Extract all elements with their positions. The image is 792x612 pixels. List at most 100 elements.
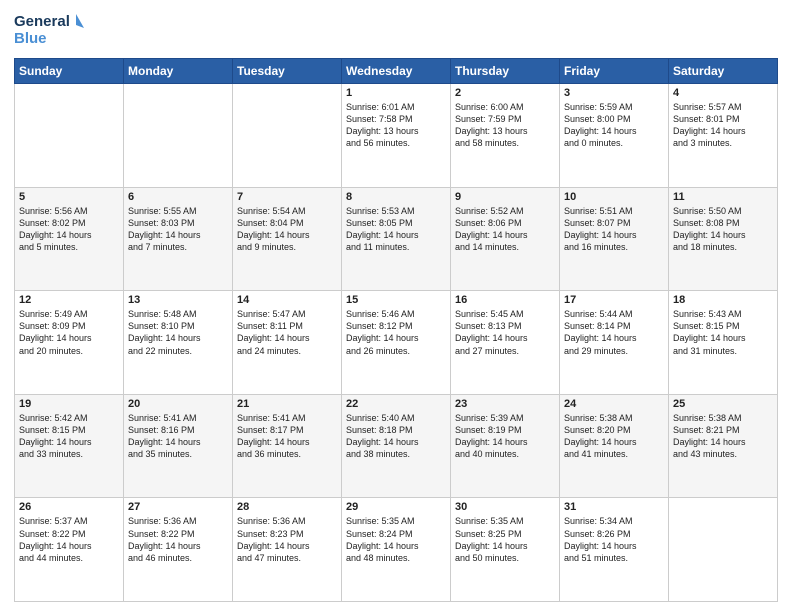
calendar-cell-3-4: 23Sunrise: 5:39 AMSunset: 8:19 PMDayligh…	[451, 394, 560, 498]
calendar-cell-4-6	[669, 498, 778, 602]
page: General Blue SundayMondayTuesdayWednesda…	[0, 0, 792, 612]
calendar-cell-2-2: 14Sunrise: 5:47 AMSunset: 8:11 PMDayligh…	[233, 291, 342, 395]
calendar-cell-0-5: 3 Sunrise: 5:59 AMSunset: 8:00 PMDaylight…	[560, 84, 669, 188]
daylight-hours: Daylight: 14 hours	[128, 541, 201, 551]
calendar-cell-1-0: 5 Sunrise: 5:56 AMSunset: 8:02 PMDaylight…	[15, 187, 124, 291]
cell-content: Sunrise: 5:46 AMSunset: 8:12 PMDaylight:…	[346, 308, 446, 357]
day-number: 18	[673, 294, 773, 306]
cell-content: Sunrise: 5:35 AMSunset: 8:25 PMDaylight:…	[455, 515, 555, 564]
cell-content: Sunrise: 5:57 AMSunset: 8:01 PMDaylight:…	[673, 101, 773, 150]
cell-content: Sunrise: 5:54 AMSunset: 8:04 PMDaylight:…	[237, 205, 337, 254]
daylight-hours: Daylight: 14 hours	[346, 230, 419, 240]
daylight-hours: Daylight: 14 hours	[346, 333, 419, 343]
daylight-hours: Daylight: 14 hours	[673, 126, 746, 136]
daylight-hours: Daylight: 14 hours	[564, 437, 637, 447]
svg-text:General: General	[14, 13, 70, 30]
daylight-hours: Daylight: 14 hours	[237, 230, 310, 240]
daylight-hours: Daylight: 14 hours	[564, 126, 637, 136]
calendar-cell-4-2: 28Sunrise: 5:36 AMSunset: 8:23 PMDayligh…	[233, 498, 342, 602]
day-number: 26	[19, 501, 119, 513]
day-number: 7	[237, 191, 337, 203]
calendar-cell-0-4: 2Sunrise: 6:00 AMSunset: 7:59 PMDaylight…	[451, 84, 560, 188]
calendar-cell-3-6: 25Sunrise: 5:38 AMSunset: 8:21 PMDayligh…	[669, 394, 778, 498]
daylight-hours: Daylight: 14 hours	[19, 437, 92, 447]
calendar-cell-4-5: 31Sunrise: 5:34 AMSunset: 8:26 PMDayligh…	[560, 498, 669, 602]
week-row-3: 12 Sunrise: 5:49 AMSunset: 8:09 PMDayligh…	[15, 291, 778, 395]
daylight-hours: Daylight: 14 hours	[673, 437, 746, 447]
week-row-5: 26 Sunrise: 5:37 AMSunset: 8:22 PMDayligh…	[15, 498, 778, 602]
day-number: 20	[128, 398, 228, 410]
day-number: 10	[564, 191, 664, 203]
daylight-hours: Daylight: 13 hours	[346, 126, 419, 136]
calendar-cell-2-0: 12 Sunrise: 5:49 AMSunset: 8:09 PMDayligh…	[15, 291, 124, 395]
daylight-hours: Daylight: 14 hours	[237, 437, 310, 447]
daylight-hours: Daylight: 14 hours	[564, 333, 637, 343]
cell-content: Sunrise: 5:55 AMSunset: 8:03 PMDaylight:…	[128, 205, 228, 254]
cell-content: Sunrise: 5:48 AMSunset: 8:10 PMDaylight:…	[128, 308, 228, 357]
cell-content: Sunrise: 5:41 AMSunset: 8:17 PMDaylight:…	[237, 412, 337, 461]
day-number: 8	[346, 191, 446, 203]
day-number: 21	[237, 398, 337, 410]
cell-content: Sunrise: 5:35 AMSunset: 8:24 PMDaylight:…	[346, 515, 446, 564]
logo: General Blue	[14, 10, 84, 52]
daylight-hours: Daylight: 14 hours	[673, 230, 746, 240]
day-number: 16	[455, 294, 555, 306]
cell-content: Sunrise: 5:36 AMSunset: 8:22 PMDaylight:…	[128, 515, 228, 564]
calendar-cell-0-6: 4Sunrise: 5:57 AMSunset: 8:01 PMDaylight…	[669, 84, 778, 188]
daylight-hours: Daylight: 14 hours	[128, 333, 201, 343]
calendar-cell-1-2: 7 Sunrise: 5:54 AMSunset: 8:04 PMDaylight…	[233, 187, 342, 291]
daylight-hours: Daylight: 14 hours	[455, 230, 528, 240]
day-number: 13	[128, 294, 228, 306]
calendar-table: SundayMondayTuesdayWednesdayThursdayFrid…	[14, 58, 778, 602]
day-number: 24	[564, 398, 664, 410]
cell-content: Sunrise: 5:39 AMSunset: 8:19 PMDaylight:…	[455, 412, 555, 461]
calendar-cell-3-2: 21 Sunrise: 5:41 AMSunset: 8:17 PMDayligh…	[233, 394, 342, 498]
cell-content: Sunrise: 5:56 AMSunset: 8:02 PMDaylight:…	[19, 205, 119, 254]
day-number: 2	[455, 87, 555, 99]
cell-content: Sunrise: 5:59 AMSunset: 8:00 PMDaylight:…	[564, 101, 664, 150]
day-number: 14	[237, 294, 337, 306]
header-sunday: Sunday	[15, 59, 124, 84]
cell-content: Sunrise: 5:49 AMSunset: 8:09 PMDaylight:…	[19, 308, 119, 357]
calendar-cell-1-4: 9Sunrise: 5:52 AMSunset: 8:06 PMDaylight…	[451, 187, 560, 291]
cell-content: Sunrise: 5:43 AMSunset: 8:15 PMDaylight:…	[673, 308, 773, 357]
cell-content: Sunrise: 5:44 AMSunset: 8:14 PMDaylight:…	[564, 308, 664, 357]
header-saturday: Saturday	[669, 59, 778, 84]
daylight-hours: Daylight: 14 hours	[564, 230, 637, 240]
cell-content: Sunrise: 5:38 AMSunset: 8:20 PMDaylight:…	[564, 412, 664, 461]
calendar-cell-4-3: 29Sunrise: 5:35 AMSunset: 8:24 PMDayligh…	[342, 498, 451, 602]
cell-content: Sunrise: 5:34 AMSunset: 8:26 PMDaylight:…	[564, 515, 664, 564]
cell-content: Sunrise: 6:01 AMSunset: 7:58 PMDaylight:…	[346, 101, 446, 150]
day-number: 12	[19, 294, 119, 306]
day-number: 15	[346, 294, 446, 306]
daylight-hours: Daylight: 14 hours	[346, 541, 419, 551]
cell-content: Sunrise: 5:45 AMSunset: 8:13 PMDaylight:…	[455, 308, 555, 357]
day-number: 5	[19, 191, 119, 203]
daylight-hours: Daylight: 14 hours	[237, 333, 310, 343]
week-row-4: 19 Sunrise: 5:42 AMSunset: 8:15 PMDayligh…	[15, 394, 778, 498]
cell-content: Sunrise: 5:37 AMSunset: 8:22 PMDaylight:…	[19, 515, 119, 564]
daylight-hours: Daylight: 14 hours	[455, 541, 528, 551]
cell-content: Sunrise: 5:52 AMSunset: 8:06 PMDaylight:…	[455, 205, 555, 254]
daylight-hours: Daylight: 14 hours	[455, 437, 528, 447]
calendar-cell-3-5: 24 Sunrise: 5:38 AMSunset: 8:20 PMDayligh…	[560, 394, 669, 498]
calendar-cell-1-1: 6Sunrise: 5:55 AMSunset: 8:03 PMDaylight…	[124, 187, 233, 291]
calendar-cell-0-0	[15, 84, 124, 188]
day-number: 11	[673, 191, 773, 203]
daylight-hours: Daylight: 14 hours	[128, 437, 201, 447]
day-number: 3	[564, 87, 664, 99]
calendar-cell-4-4: 30Sunrise: 5:35 AMSunset: 8:25 PMDayligh…	[451, 498, 560, 602]
calendar-cell-1-3: 8 Sunrise: 5:53 AMSunset: 8:05 PMDaylight…	[342, 187, 451, 291]
header-wednesday: Wednesday	[342, 59, 451, 84]
cell-content: Sunrise: 5:53 AMSunset: 8:05 PMDaylight:…	[346, 205, 446, 254]
calendar-cell-3-1: 20Sunrise: 5:41 AMSunset: 8:16 PMDayligh…	[124, 394, 233, 498]
day-number: 19	[19, 398, 119, 410]
calendar-cell-1-5: 10Sunrise: 5:51 AMSunset: 8:07 PMDayligh…	[560, 187, 669, 291]
calendar-cell-0-3: 1Sunrise: 6:01 AMSunset: 7:58 PMDaylight…	[342, 84, 451, 188]
cell-content: Sunrise: 5:42 AMSunset: 8:15 PMDaylight:…	[19, 412, 119, 461]
header-monday: Monday	[124, 59, 233, 84]
daylight-hours: Daylight: 14 hours	[19, 333, 92, 343]
cell-content: Sunrise: 5:36 AMSunset: 8:23 PMDaylight:…	[237, 515, 337, 564]
week-row-2: 5 Sunrise: 5:56 AMSunset: 8:02 PMDaylight…	[15, 187, 778, 291]
daylight-hours: Daylight: 13 hours	[455, 126, 528, 136]
